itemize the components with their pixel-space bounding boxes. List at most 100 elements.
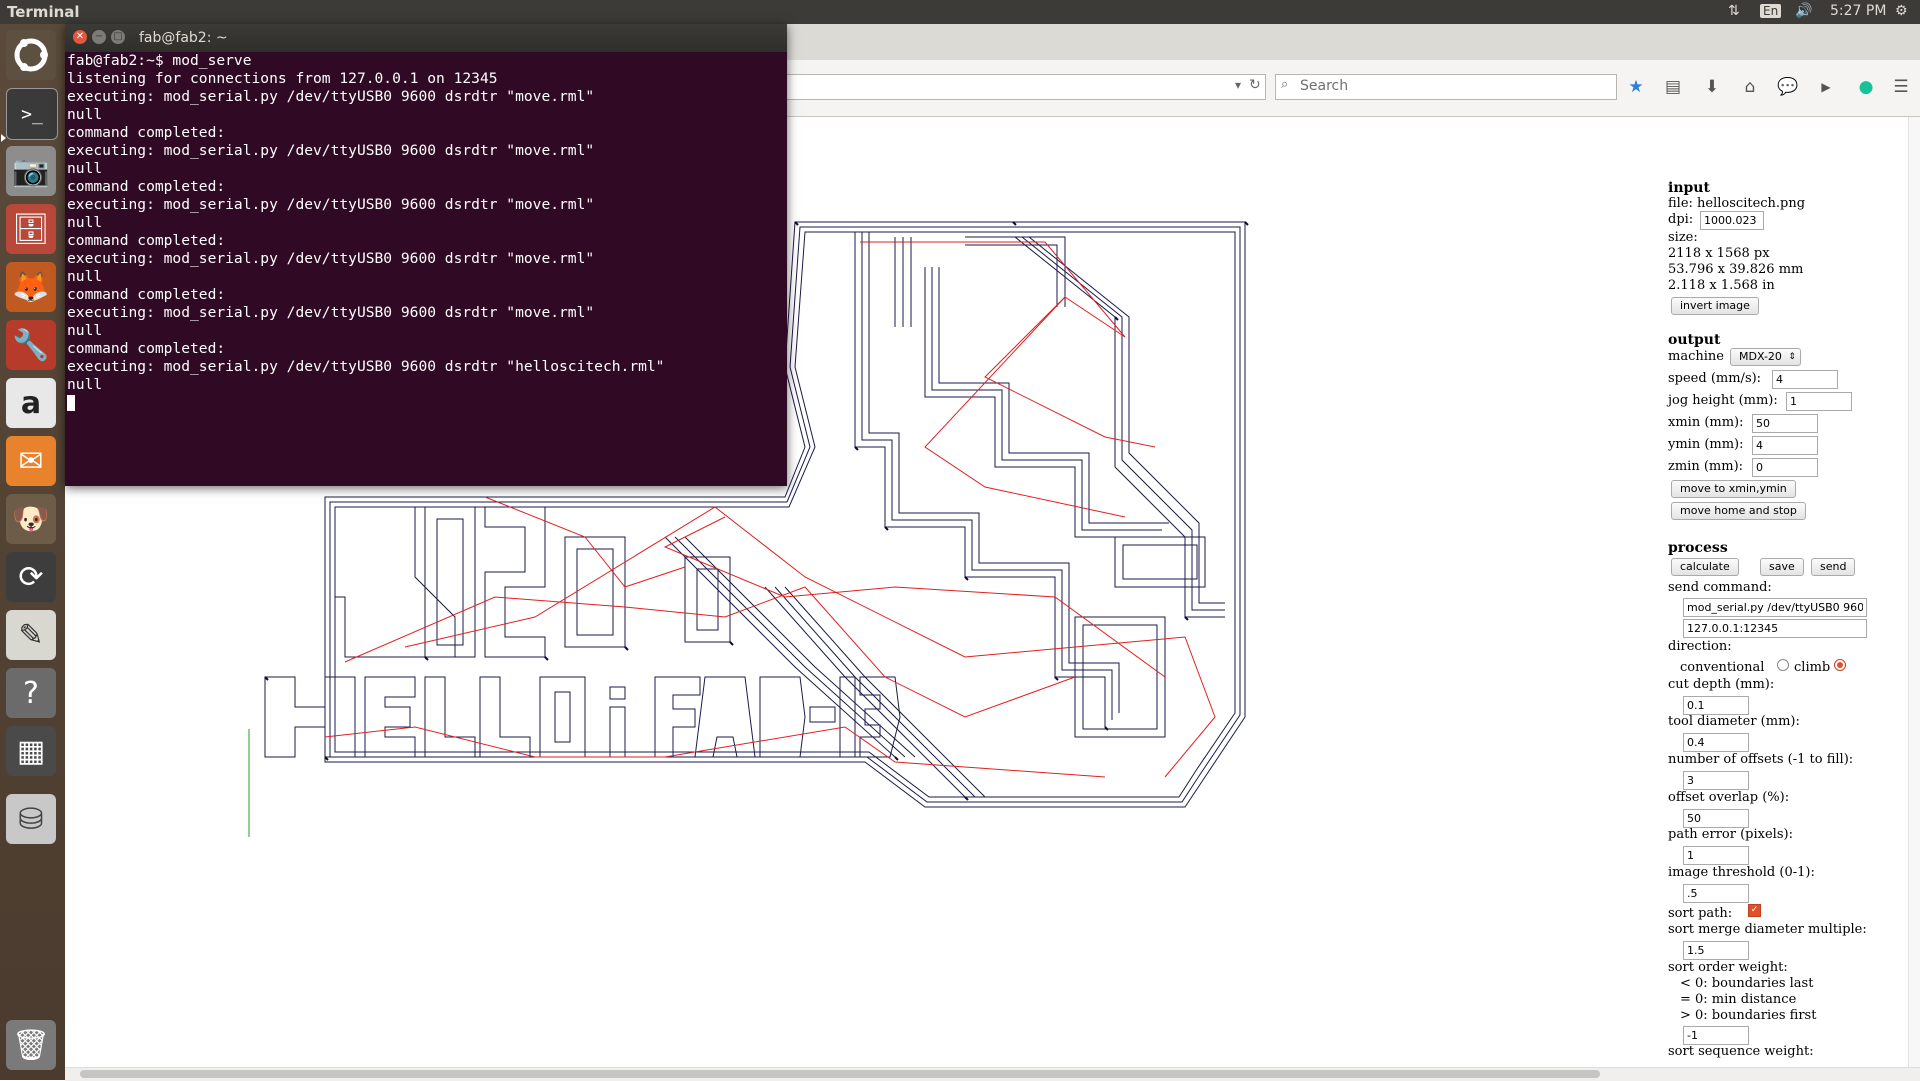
size-px: 2118 x 1568 px	[1668, 246, 1770, 261]
amazon-icon[interactable]: a	[6, 378, 56, 428]
url-dropdown-icon[interactable]: ▾	[1235, 78, 1241, 92]
reload-icon[interactable]: ↻	[1249, 77, 1261, 93]
terminal-line: null	[67, 376, 103, 393]
top-panel: Terminal ⇅ En 🔊 5:27 PM ⚙	[0, 0, 1920, 24]
machine-select[interactable]: MDX-20 ⇕	[1730, 348, 1801, 366]
ymin-label: ymin (mm):	[1668, 437, 1744, 452]
bookmark-star-icon[interactable]: ★	[1625, 76, 1647, 98]
terminal-icon[interactable]: >_	[6, 88, 58, 140]
download-icon[interactable]: ⬇	[1701, 76, 1723, 98]
keyboard-layout-indicator[interactable]: En	[1760, 4, 1782, 18]
terminal-line: executing: mod_serial.py /dev/ttyUSB0 96…	[67, 88, 595, 105]
camera-icon[interactable]: 📷	[6, 146, 56, 196]
home-icon[interactable]: ⌂	[1739, 76, 1761, 98]
terminal-line: listening for connections from 127.0.0.1…	[67, 70, 498, 87]
sort-path-label: sort path:	[1668, 906, 1733, 921]
radio-selected-dot	[1837, 662, 1843, 668]
clock[interactable]: 5:27 PM	[1830, 3, 1886, 19]
network-icon[interactable]: ⇅	[1728, 3, 1740, 19]
mail-icon[interactable]: ✉	[6, 436, 56, 486]
input-file: file: helloscitech.png	[1668, 196, 1806, 211]
chat-icon[interactable]: 💬	[1777, 76, 1799, 98]
vertical-scrollbar[interactable]	[1908, 117, 1920, 1067]
dpi-label: dpi:	[1668, 212, 1694, 227]
terminal-line: executing: mod_serial.py /dev/ttyUSB0 96…	[67, 304, 595, 321]
workspace-switcher-icon[interactable]: ▦	[6, 726, 56, 776]
invert-image-button[interactable]: invert image	[1671, 297, 1759, 315]
horizontal-scrollbar[interactable]	[65, 1067, 1920, 1081]
conventional-radio[interactable]	[1777, 659, 1789, 671]
send-command-label: send command:	[1668, 580, 1772, 595]
search-input[interactable]: ⌕ Search	[1275, 74, 1617, 100]
server-field[interactable]	[1683, 619, 1867, 638]
terminal-window[interactable]: ✕ − □ fab@fab2: ~ fab@fab2:~$ mod_serve l…	[65, 24, 787, 486]
path-error-label: path error (pixels):	[1668, 827, 1793, 842]
path-error-field[interactable]	[1683, 846, 1749, 865]
cut-depth-label: cut depth (mm):	[1668, 677, 1775, 692]
text-editor-icon[interactable]: ✎	[6, 610, 56, 660]
terminal-line: fab@fab2:~$ mod_serve	[67, 52, 252, 69]
scroll-thumb[interactable]	[80, 1070, 1600, 1078]
hello-text-outline	[264, 676, 901, 758]
tool-diameter-field[interactable]	[1683, 733, 1749, 752]
threshold-field[interactable]	[1683, 884, 1749, 903]
terminal-line: null	[67, 322, 103, 339]
dpi-field[interactable]	[1700, 211, 1764, 230]
search-icon: ⌕	[1281, 77, 1289, 92]
terminal-line: null	[67, 106, 103, 123]
jog-height-label: jog height (mm):	[1668, 393, 1778, 408]
ymin-field[interactable]	[1752, 436, 1818, 455]
merge-field[interactable]	[1683, 941, 1749, 960]
terminal-line: command completed:	[67, 340, 226, 357]
minimize-icon[interactable]: −	[92, 30, 106, 44]
move-to-xmin-ymin-button[interactable]: move to xmin,ymin	[1671, 480, 1796, 498]
terminal-line: executing: mod_serial.py /dev/ttyUSB0 96…	[67, 142, 595, 159]
terminal-line: command completed:	[67, 232, 226, 249]
sort-path-checkbox[interactable]: ✓	[1748, 904, 1761, 917]
merge-label: sort merge diameter multiple:	[1668, 922, 1867, 937]
software-updater-icon[interactable]: ⟳	[6, 552, 56, 602]
reading-list-icon[interactable]: ▤	[1662, 76, 1684, 98]
overlap-field[interactable]	[1683, 809, 1749, 828]
terminal-titlebar[interactable]: ✕ − □ fab@fab2: ~	[65, 24, 787, 52]
size-label: size:	[1668, 230, 1698, 245]
order-eq: = 0: min distance	[1680, 992, 1797, 1007]
text-cursor	[67, 395, 75, 411]
offsets-field[interactable]	[1683, 771, 1749, 790]
terminal-line: executing: mod_serial.py /dev/ttyUSB0 96…	[67, 358, 665, 375]
firefox-icon[interactable]: 🦊	[6, 262, 56, 312]
terminal-output[interactable]: fab@fab2:~$ mod_serve listening for conne…	[67, 52, 783, 482]
close-icon[interactable]: ✕	[73, 30, 87, 44]
zmin-label: zmin (mm):	[1668, 459, 1744, 474]
maximize-icon[interactable]: □	[111, 30, 125, 44]
gear-icon[interactable]: ⚙	[1895, 3, 1908, 19]
settings-icon[interactable]: 🔧	[6, 320, 56, 370]
trash-icon[interactable]: 🗑	[6, 1020, 56, 1070]
spinner-icon: ⇕	[1788, 352, 1796, 362]
volume-icon[interactable]: 🔊	[1795, 3, 1812, 19]
order-weight-field[interactable]	[1683, 1026, 1749, 1045]
terminal-line: null	[67, 268, 103, 285]
speed-field[interactable]	[1772, 370, 1838, 389]
disk-icon[interactable]: ⛁	[6, 794, 56, 844]
send-command-field[interactable]	[1683, 598, 1867, 617]
help-icon[interactable]: ?	[6, 668, 56, 718]
save-button[interactable]: save	[1760, 558, 1804, 576]
cut-depth-field[interactable]	[1683, 696, 1749, 715]
input-heading: input	[1668, 180, 1710, 196]
menu-icon[interactable]: ☰	[1890, 76, 1912, 98]
youtube-icon[interactable]: ▶	[1815, 76, 1837, 98]
grammarly-icon[interactable]: ●	[1855, 76, 1877, 98]
zmin-field[interactable]	[1752, 458, 1818, 477]
gimp-icon[interactable]: 🐶	[6, 494, 56, 544]
calculate-button[interactable]: calculate	[1671, 558, 1739, 576]
files-icon[interactable]: 🗄	[6, 204, 56, 254]
terminal-line: command completed:	[67, 178, 226, 195]
jog-height-field[interactable]	[1786, 392, 1852, 411]
ubuntu-dash-icon[interactable]	[6, 30, 56, 80]
climb-radio[interactable]	[1834, 659, 1846, 671]
move-home-button[interactable]: move home and stop	[1671, 502, 1806, 520]
xmin-field[interactable]	[1752, 414, 1818, 433]
terminal-line: command completed:	[67, 286, 226, 303]
send-button[interactable]: send	[1811, 558, 1856, 576]
